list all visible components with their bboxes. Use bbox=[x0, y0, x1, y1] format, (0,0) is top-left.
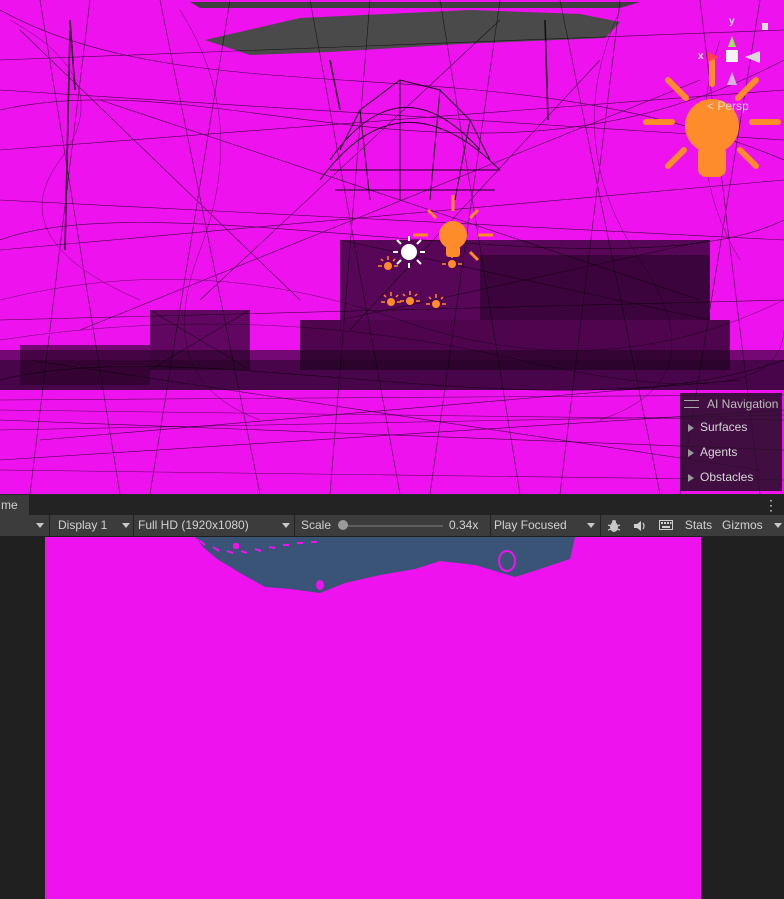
scale-slider-knob[interactable] bbox=[338, 520, 348, 530]
overlay-item-label: Agents bbox=[700, 445, 738, 459]
game-render bbox=[191, 537, 575, 593]
resolution-label: Full HD (1920x1080) bbox=[138, 518, 249, 532]
bug-icon bbox=[607, 520, 620, 532]
drag-handle-icon[interactable] bbox=[684, 400, 699, 408]
audio-toggle-button[interactable] bbox=[627, 515, 652, 536]
game-view-letterbox-left bbox=[0, 537, 45, 899]
scale-value: 0.34x bbox=[449, 518, 479, 532]
ai-navigation-panel: AI Navigation Surfaces Agents Obstacles bbox=[680, 393, 782, 491]
game-view-viewport[interactable] bbox=[45, 537, 701, 899]
play-mode-dropdown[interactable]: Play Focused bbox=[491, 515, 601, 536]
gizmos-dropdown[interactable]: Gizmos bbox=[719, 515, 784, 536]
game-view-letterbox-right bbox=[701, 537, 784, 899]
keyboard-icon bbox=[658, 520, 673, 530]
overlay-item-agents[interactable]: Agents bbox=[680, 440, 782, 465]
stats-button[interactable]: Stats bbox=[679, 515, 718, 536]
overlay-item-label: Obstacles bbox=[700, 470, 754, 484]
tab-strip: ⋮ bbox=[29, 495, 784, 515]
light-bulb-icon bbox=[643, 57, 781, 177]
stats-label: Stats bbox=[684, 518, 713, 532]
scale-slider-track[interactable] bbox=[341, 525, 443, 527]
resolution-dropdown[interactable]: Full HD (1920x1080) bbox=[134, 515, 295, 536]
speaker-icon bbox=[633, 521, 645, 531]
scene-wireframe bbox=[0, 0, 784, 494]
scale-label: Scale bbox=[301, 518, 332, 532]
overlay-item-surfaces[interactable]: Surfaces bbox=[680, 415, 782, 440]
scene-view[interactable]: y x < Persp AI Navigation Surfaces Agent… bbox=[0, 0, 784, 494]
expand-arrow-icon[interactable] bbox=[688, 423, 694, 432]
tab-game[interactable]: me bbox=[0, 495, 30, 515]
projection-label[interactable]: < Persp bbox=[707, 99, 749, 113]
chevron-down-icon bbox=[36, 523, 44, 528]
expand-arrow-icon[interactable] bbox=[688, 473, 694, 482]
tab-game-label: me bbox=[1, 498, 18, 512]
overlay-item-label: Surfaces bbox=[700, 420, 748, 434]
chevron-down-icon bbox=[774, 523, 782, 528]
scale-control: Scale 0.34x bbox=[295, 515, 491, 536]
display-dropdown[interactable]: Display 1 bbox=[50, 515, 134, 536]
gizmo-x-label: x bbox=[698, 51, 704, 62]
more-options-icon[interactable]: ⋮ bbox=[764, 495, 778, 515]
game-view-toolbar: Display 1 Full HD (1920x1080) Scale 0.34… bbox=[0, 515, 784, 537]
gizmos-label: Gizmos bbox=[722, 518, 763, 532]
play-mode-label: Play Focused bbox=[494, 518, 567, 532]
display-label: Display 1 bbox=[58, 518, 108, 532]
expand-arrow-icon[interactable] bbox=[688, 448, 694, 457]
chevron-down-icon bbox=[282, 523, 290, 528]
ai-navigation-header[interactable]: AI Navigation bbox=[680, 393, 782, 415]
overlay-item-obstacles[interactable]: Obstacles bbox=[680, 465, 782, 490]
keyboard-toggle-button[interactable] bbox=[653, 515, 678, 536]
chevron-down-icon bbox=[122, 523, 130, 528]
bug-toggle-button[interactable] bbox=[601, 515, 626, 536]
gizmo-y-label: y bbox=[729, 16, 735, 27]
chevron-down-icon bbox=[587, 523, 595, 528]
game-mode-dropdown[interactable] bbox=[0, 515, 50, 536]
directional-light-icon[interactable] bbox=[393, 236, 425, 268]
ai-navigation-title: AI Navigation bbox=[707, 397, 779, 411]
